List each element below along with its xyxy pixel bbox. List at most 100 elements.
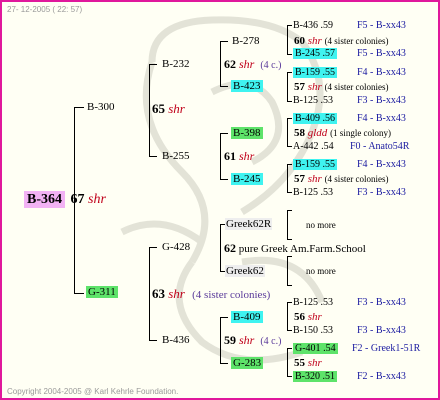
node-number: .59	[320, 20, 334, 31]
node-number: 62	[224, 57, 236, 71]
node-code: B-398	[231, 127, 263, 139]
node-number: .55	[322, 67, 336, 78]
gen4-node[interactable]: B-436 .59	[293, 21, 333, 31]
gen2-node: 59 shr (4 c.)	[224, 334, 281, 347]
gen4-node[interactable]: B-159 .55	[293, 159, 337, 170]
gen4-node[interactable]: B-245 .57	[293, 48, 337, 59]
gen4-node[interactable]: B-150 .53	[293, 326, 333, 336]
gen4-node[interactable]: B-125 .53	[293, 298, 333, 308]
connector	[220, 179, 228, 180]
connector	[287, 25, 288, 54]
gen4-right: F5 - B-xx43	[357, 48, 406, 59]
connector	[287, 101, 292, 102]
gen1-node[interactable]: B-300	[87, 102, 115, 113]
connector	[287, 25, 292, 26]
node-code: B-320	[295, 371, 320, 382]
connector	[220, 86, 228, 87]
gen3-info: 58 gldd (1 single colony)	[294, 128, 391, 139]
node-number: .57	[322, 48, 336, 59]
connector	[287, 330, 292, 331]
header-date: 27- 12-2005 ( 22: 57)	[7, 5, 83, 14]
connector	[220, 317, 228, 318]
node-number: 58	[294, 127, 305, 139]
gen4-right: F2 - Greek1-51R	[352, 343, 421, 354]
gen4-right: F3 - B-xx43	[357, 325, 406, 336]
connector	[287, 348, 288, 376]
root-tag: shr	[88, 192, 106, 207]
gen3-node[interactable]: Greek62	[225, 265, 265, 277]
no-more-label: no more	[306, 266, 336, 276]
root-node[interactable]: B-364 67 shr	[24, 191, 106, 208]
node-number: 57	[294, 81, 305, 93]
gen4-node[interactable]: B-125 .53	[293, 188, 333, 198]
node-number: 60	[294, 35, 305, 47]
node-code: A-442	[293, 141, 319, 152]
connector	[287, 302, 288, 330]
gen3-node[interactable]: G-283	[231, 357, 264, 369]
node-tag: gldd	[307, 127, 328, 139]
gen4-node[interactable]: B-125 .53	[293, 96, 333, 106]
gen3-node[interactable]: B-423	[231, 80, 263, 92]
node-code: B-409	[231, 311, 263, 323]
gen4-right: F3 - B-xx43	[357, 187, 406, 198]
connector	[287, 256, 288, 285]
node-code: B-150	[293, 325, 318, 336]
gen2-node[interactable]: B-232	[162, 59, 190, 70]
node-code: B-232	[162, 58, 190, 70]
gen4-right: F5 - B-xx43	[357, 20, 406, 31]
node-code: G-401	[295, 343, 321, 354]
node-number: 61	[224, 149, 236, 163]
connector	[220, 224, 221, 271]
gen4-node[interactable]: G-401 .54	[293, 343, 338, 354]
node-number: .53	[320, 95, 334, 106]
node-number: .54	[321, 141, 334, 152]
connector	[149, 156, 157, 157]
connector	[220, 363, 228, 364]
node-tag: shr	[307, 35, 322, 47]
gen2-node[interactable]: B-436	[162, 335, 190, 346]
gen4-node[interactable]: B-409 .56	[293, 113, 337, 124]
node-code: B-300	[87, 101, 115, 113]
gen2-node[interactable]: G-428	[162, 242, 190, 253]
pedigree-frame: 27- 12-2005 ( 22: 57) Copyright 2004-200…	[0, 0, 440, 400]
gen4-right: F3 - B-xx43	[357, 297, 406, 308]
node-code: B-159	[295, 159, 320, 170]
node-code: G-283	[231, 357, 264, 369]
node-tag: shr	[168, 101, 185, 116]
gen3-info: 55 shr	[294, 358, 322, 369]
node-number: .53	[320, 187, 334, 198]
connector	[149, 247, 150, 340]
node-note: (1 single colony)	[330, 128, 392, 138]
gen4-node[interactable]: A-442 .54	[293, 142, 334, 152]
connector	[287, 146, 292, 147]
node-number: .54	[323, 343, 336, 354]
node-number: 63	[152, 286, 165, 301]
node-number: .51	[322, 371, 336, 382]
node-tag: shr	[307, 81, 322, 93]
gen4-node[interactable]: B-159 .55	[293, 67, 337, 78]
gen2-node: 62 pure Greek Am.Farm.School	[224, 242, 366, 255]
gen3-node[interactable]: Greek62R	[225, 218, 273, 230]
gen4-node[interactable]: B-320 .51	[293, 371, 337, 382]
node-tag: shr	[307, 357, 322, 369]
gen3-node[interactable]: B-245	[231, 173, 263, 185]
gen3-node[interactable]: B-409	[231, 311, 263, 323]
gen3-node[interactable]: B-398	[231, 127, 263, 139]
connector	[287, 285, 292, 286]
node-number: .53	[320, 297, 334, 308]
gen3-node[interactable]: B-278	[232, 36, 260, 47]
root-number: 67	[70, 192, 85, 207]
node-tag: shr	[307, 173, 322, 185]
node-note: (4 c.)	[260, 336, 282, 347]
gen3-info: 57 shr (4 sister colonies)	[294, 174, 389, 185]
connector	[220, 133, 221, 179]
node-text: pure Greek Am.Farm.School	[238, 243, 366, 255]
copyright-footer: Copyright 2004-2005 @ Karl Kehrle Founda…	[7, 387, 179, 396]
node-code: B-125	[293, 187, 318, 198]
connector	[149, 64, 150, 156]
node-note: (4 sister colonies)	[324, 82, 389, 92]
gen1-node[interactable]: G-311	[86, 286, 118, 298]
gen2-node[interactable]: B-255	[162, 151, 190, 162]
gen4-right: F4 - B-xx43	[357, 113, 406, 124]
connector	[220, 133, 228, 134]
